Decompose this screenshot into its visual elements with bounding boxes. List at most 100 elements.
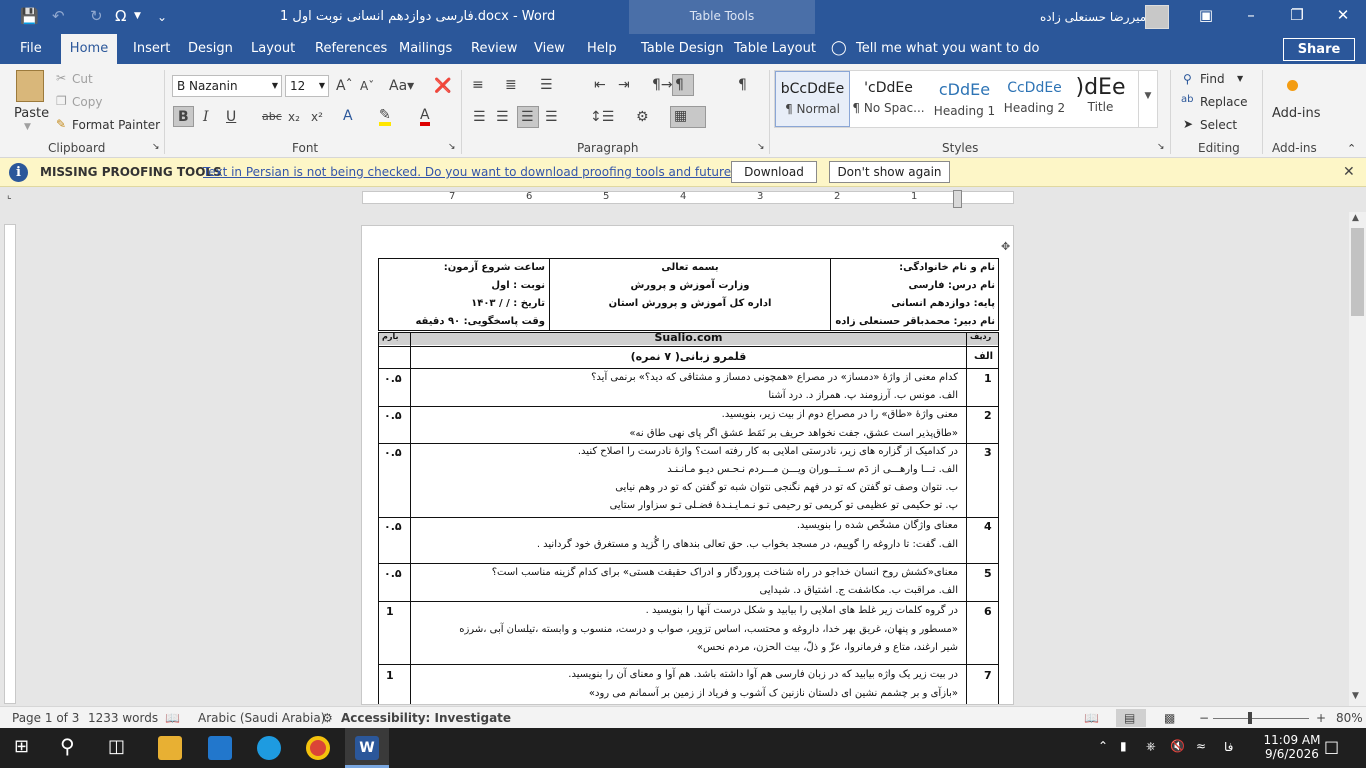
format-painter-button[interactable]: Format Painter [72,118,160,132]
zoom-slider-thumb[interactable] [1248,712,1252,724]
styles-more-icon[interactable]: ▼ [1138,71,1157,127]
windows-start-icon[interactable]: ⊞ [14,736,29,757]
highlight-icon[interactable]: ✎ [379,108,391,126]
notifications-icon[interactable]: □ [1324,737,1339,756]
style-no-spacing[interactable]: 'cDdEe ¶ No Spac... [851,71,926,127]
battery-icon[interactable]: ▮ [1120,739,1127,753]
proofing-icon[interactable]: 📖 [165,711,180,725]
increase-indent-icon[interactable]: ⇥ [618,77,630,93]
addins-button[interactable]: Add-ins [1272,106,1320,121]
dialog-launcher-icon[interactable]: ↘ [152,142,160,152]
share-button[interactable]: Share [1283,38,1355,61]
replace-button[interactable]: Replace [1200,95,1247,109]
ribbon-display-icon[interactable]: ▣ [1195,6,1217,26]
tab-references[interactable]: References [315,41,387,56]
style-heading-2[interactable]: CcDdEe Heading 2 [997,71,1072,127]
dont-show-again-button[interactable]: Don't show again [829,161,950,183]
edge-icon[interactable] [257,736,281,760]
download-button[interactable]: Download [731,161,817,183]
zoom-out-icon[interactable]: − [1199,711,1209,725]
store-icon[interactable] [208,736,232,760]
chevron-up-icon[interactable]: ⌃ [1098,739,1108,753]
accessibility-status[interactable]: Accessibility: Investigate [341,711,511,725]
zoom-level[interactable]: 80% [1336,711,1363,725]
superscript-icon[interactable]: x² [311,110,323,124]
italic-icon[interactable]: I [203,109,209,125]
dialog-launcher-icon[interactable]: ↘ [448,142,456,152]
borders-icon[interactable]: ▦ [674,108,687,124]
save-icon[interactable]: 💾 [20,7,39,25]
scroll-down-icon[interactable]: ▼ [1352,691,1359,701]
scroll-up-icon[interactable]: ▲ [1352,213,1359,223]
ltr-direction-icon[interactable]: ¶→ [652,77,673,93]
underline-icon[interactable]: U [226,109,236,125]
subscript-icon[interactable]: x₂ [288,110,300,124]
line-spacing-icon[interactable]: ↕☰ [590,109,614,125]
document-page[interactable]: ساعت شروع آزمون: نوبت : اول تاریخ : / / … [361,225,1014,705]
dialog-launcher-icon[interactable]: ↘ [757,142,765,152]
grow-font-icon[interactable]: Aˆ [336,78,353,94]
tab-design[interactable]: Design [188,41,233,56]
clear-formatting-icon[interactable]: ❌ [434,78,451,94]
align-right-icon[interactable]: ☰ [521,109,534,125]
redo-icon[interactable]: ↻ [90,7,103,25]
volume-muted-icon[interactable]: 🔇 [1170,739,1185,753]
bullets-icon[interactable]: ≡ [472,77,484,93]
word-count[interactable]: 1233 words [88,711,158,725]
wifi-icon[interactable]: ≈ [1196,739,1206,753]
tab-layout[interactable]: Layout [251,41,295,56]
font-name-box[interactable]: B Nazanin ▼ [172,75,282,97]
input-language[interactable]: فا [1224,740,1233,754]
page-count[interactable]: Page 1 of 3 [12,711,79,725]
clock[interactable]: 11:09 AM 9/6/2026 [1262,733,1322,761]
text-effects-icon[interactable]: A [343,108,353,124]
numbering-icon[interactable]: ≣ [505,77,517,93]
tab-file[interactable]: File [20,41,42,56]
table-move-handle-icon[interactable]: ✥ [1001,240,1010,253]
style-heading-1[interactable]: cDdEe Heading 1 [927,71,1002,127]
maximize-icon[interactable]: ❐ [1286,6,1308,26]
font-size-box[interactable]: 12 ▼ [285,75,329,97]
tab-table-layout[interactable]: Table Layout [734,41,816,56]
tab-help[interactable]: Help [587,41,617,56]
read-mode-icon[interactable]: 📖 [1084,711,1099,725]
customize-toolbar-icon[interactable]: ⌄ [157,10,167,24]
chevron-down-icon[interactable]: ▼ [134,11,141,21]
web-layout-icon[interactable]: ▩ [1164,711,1175,725]
shading-icon[interactable]: ⚙ [636,109,649,125]
file-explorer-icon[interactable] [158,736,182,760]
tab-review[interactable]: Review [471,41,517,56]
select-button[interactable]: Select [1200,118,1237,132]
tab-view[interactable]: View [534,41,565,56]
word-icon[interactable]: W [355,736,379,760]
style-normal[interactable]: bCcDdEe ¶ Normal [775,71,850,127]
tell-me-search[interactable]: Tell me what you want to do [856,41,1039,56]
justify-icon[interactable]: ☰ [545,109,558,125]
bold-icon[interactable]: B [178,109,189,125]
decrease-indent-icon[interactable]: ⇤ [594,77,606,93]
paste-button[interactable]: Paste [14,106,49,121]
multilevel-list-icon[interactable]: ☰ [540,77,553,93]
find-button[interactable]: Find [1200,72,1225,86]
tab-mailings[interactable]: Mailings [399,41,452,56]
accessibility-icon[interactable]: ⚙ [322,711,333,725]
undo-icon[interactable]: ↶ [52,7,65,25]
user-name[interactable]: امیررضا حسنعلی زاده [1040,10,1150,24]
strikethrough-icon[interactable]: abc [262,110,282,123]
close-icon[interactable]: ✕ [1343,164,1355,180]
omega-symbol-icon[interactable]: Ω [115,7,126,25]
print-layout-icon[interactable]: ▤ [1124,711,1135,725]
message-link[interactable]: Text in Persian is not being checked. Do… [203,165,790,179]
network-icon[interactable]: ⎈ [1146,739,1156,754]
language-indicator[interactable]: Arabic (Saudi Arabia) [198,711,325,725]
minimize-icon[interactable]: – [1240,6,1262,26]
close-icon[interactable]: ✕ [1332,6,1354,26]
scroll-thumb[interactable] [1351,228,1364,316]
font-color-icon[interactable]: A [420,108,430,126]
cut-button[interactable]: Cut [72,72,93,86]
avatar[interactable] [1145,5,1169,29]
zoom-in-icon[interactable]: + [1316,711,1326,725]
tab-insert[interactable]: Insert [133,41,170,56]
collapse-ribbon-icon[interactable]: ⌃ [1347,142,1356,155]
chevron-down-icon[interactable]: ▼ [24,122,31,132]
